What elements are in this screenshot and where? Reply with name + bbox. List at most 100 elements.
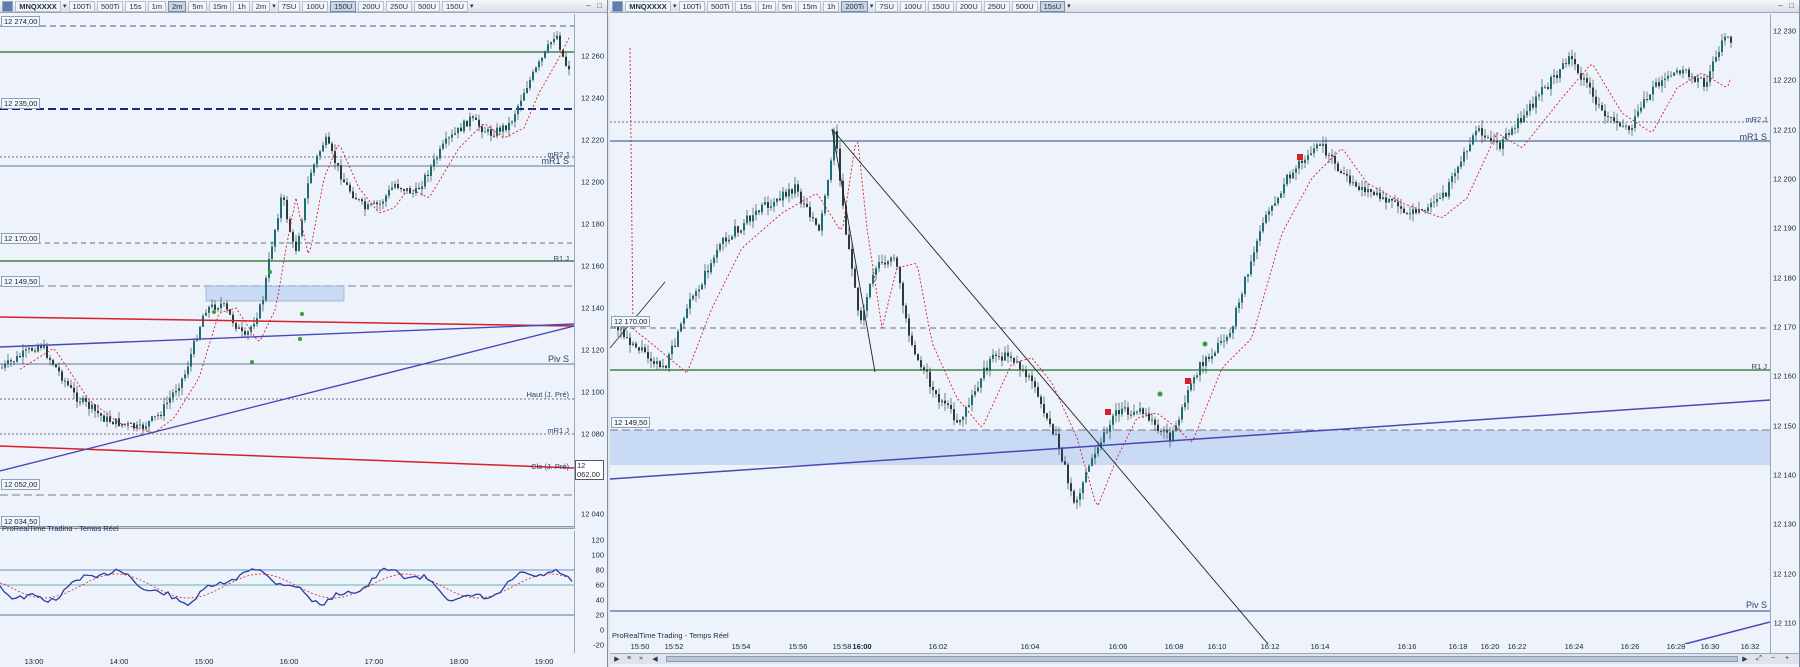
candle-body [779,198,781,201]
candle-body [1346,173,1348,176]
horizontal-scrollbar[interactable]: ▶ ≡ » ◀ ▶ ⤢ − + [610,653,1799,664]
candle-body [812,217,814,219]
tf-button[interactable]: 15m [798,0,822,12]
candle-body [304,198,306,221]
candle-body [944,400,946,404]
tf-button[interactable]: 5m [188,0,207,12]
tf-button[interactable]: 15s [735,0,756,12]
volume-dropdown[interactable]: 15sU [1039,0,1066,12]
tf-button[interactable]: 15m [208,0,232,12]
candle-body [983,367,985,379]
vol-button[interactable]: 250U [983,0,1010,12]
zoom-in-icon[interactable]: + [1782,655,1792,663]
left-oscillator-chart[interactable] [0,531,574,653]
candle-body [1424,210,1426,212]
play-icon[interactable]: ▶ [612,655,622,663]
symbol-selector[interactable]: MNQXXXX [15,0,61,12]
vol-button[interactable]: 100U [899,0,926,12]
candle-body [43,346,45,348]
tf-button[interactable]: 500Ti [707,0,734,12]
right-time-axis[interactable]: 15:50 15:52 15:54 15:56 15:58 16:00 16:0… [610,642,1770,652]
chevron-down-icon[interactable]: ▾ [1067,2,1071,10]
level-box-label: 12 149,50 [611,417,651,428]
candle-body [139,424,141,426]
tf-button-selected[interactable]: 2m [168,0,187,12]
price-tick: 12 080 [581,429,604,439]
candle-body [394,183,396,188]
tf-button[interactable]: 1h [823,0,840,12]
chevron-down-icon[interactable]: ▾ [470,2,474,10]
timeframe-dropdown[interactable]: 200Ti [841,0,868,12]
left-price-chart[interactable] [0,14,574,529]
vol-button[interactable]: 500U [414,0,440,12]
candle-body [1088,465,1090,472]
tf-button[interactable]: 100Ti [68,0,95,12]
supply-zone [205,285,345,302]
right-price-chart[interactable] [610,14,1770,644]
candle-body [268,258,270,278]
timeframe-dropdown[interactable]: 2m [251,0,271,12]
chevron-down-icon[interactable]: ▾ [870,2,874,10]
vol-button[interactable]: 250U [386,0,413,12]
right-price-axis[interactable]: 12 230 12 220 12 210 12 200 12 190 12 18… [1770,14,1799,654]
left-chart-window[interactable]: MNQXXXX ▾ 100Ti 500Ti 15s 1m 2m 5m 15m 1… [0,0,608,667]
candle-body [214,304,216,310]
candle-body [1730,36,1732,43]
tf-button[interactable]: 1h [233,0,250,12]
candle-body [1274,203,1276,206]
chevron-right-double-icon[interactable]: » [636,655,646,663]
vol-button[interactable]: 100U [302,0,329,12]
vol-button[interactable]: 7SU [277,0,301,12]
zoom-fit-icon[interactable]: ⤢ [1754,655,1764,663]
volume-dropdown[interactable]: 150U [442,0,468,12]
tf-button[interactable]: 15s [125,0,146,12]
tf-button[interactable]: 500Ti [97,0,124,12]
candle-body [1466,151,1468,153]
minimize-icon[interactable]: – [584,1,593,11]
candle-body [1634,116,1636,128]
menu-icon[interactable]: ≡ [624,655,634,663]
time-tick: 16:26 [1620,642,1640,651]
vol-button[interactable]: 7SU [875,0,898,12]
vol-button[interactable]: 150U [927,0,954,12]
candle-body [1082,482,1084,494]
left-price-axis[interactable]: 12 260 12 240 12 220 12 200 12 180 12 16… [574,14,607,529]
maximize-icon[interactable]: □ [595,1,604,11]
candle-body [283,197,285,200]
candle-body [1433,202,1435,203]
tf-button[interactable]: 1m [147,0,166,12]
zoom-out-icon[interactable]: − [1768,655,1778,663]
vol-button[interactable]: 500U [1011,0,1038,12]
tf-button[interactable]: 5m [778,0,797,12]
candle-body [1640,107,1642,112]
candle-body [632,343,634,345]
right-chart-window[interactable]: MNQXXXX ▾ 100Ti 500Ti 15s 1m 5m 15m 1h 2… [610,0,1800,667]
candle-body [1004,352,1006,361]
chevron-down-icon[interactable]: ▾ [673,2,677,10]
left-time-axis[interactable]: 13:00 14:00 15:00 16:00 17:00 18:00 19:0… [0,657,574,667]
maximize-icon[interactable]: □ [1787,1,1796,11]
minimize-icon[interactable]: – [1776,1,1785,11]
candle-body [1403,208,1405,213]
scroll-thumb[interactable] [666,656,1738,662]
scroll-left-arrow-icon[interactable]: ◀ [650,655,660,663]
time-tick: 17:00 [364,657,384,666]
vol-button-selected[interactable]: 150U [330,0,357,12]
tf-button[interactable]: 1m [757,0,776,12]
chevron-down-icon[interactable]: ▾ [272,2,276,10]
candle-body [659,361,661,368]
candle-body [1415,209,1417,213]
candle-body [439,148,441,159]
chevron-down-icon[interactable]: ▾ [63,2,67,10]
candle-body [445,138,447,144]
candle-body [1490,137,1492,142]
tf-button[interactable]: 100Ti [678,0,705,12]
vol-button[interactable]: 200U [955,0,982,12]
candle-body [872,274,874,284]
scroll-right-arrow-icon[interactable]: ▶ [1740,655,1750,663]
left-toolbar: MNQXXXX ▾ 100Ti 500Ti 15s 1m 2m 5m 15m 1… [0,0,607,13]
symbol-selector[interactable]: MNQXXXX [625,0,671,12]
vol-button[interactable]: 200U [358,0,385,12]
last-price-tag: 12 062,00 [575,460,604,480]
left-oscillator-axis[interactable]: 120 100 80 60 40 20 0 -20 [574,531,607,653]
